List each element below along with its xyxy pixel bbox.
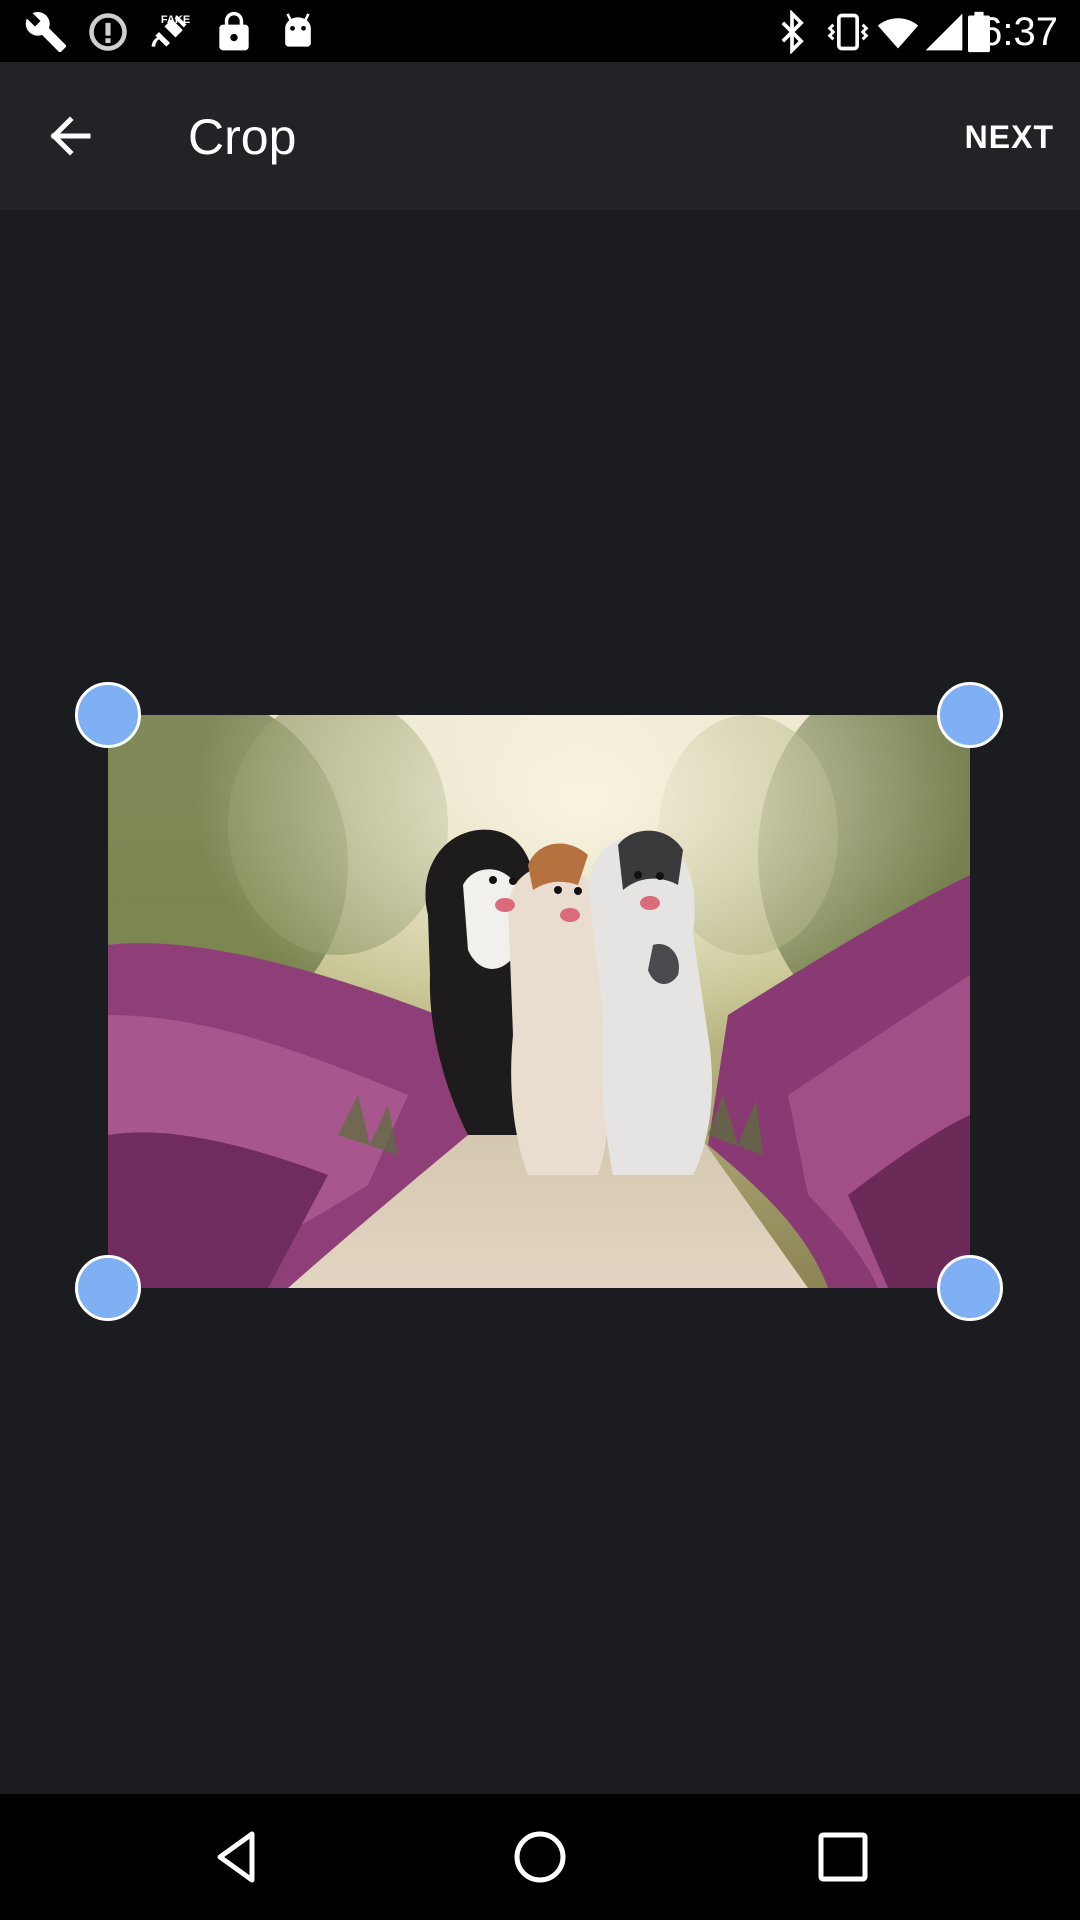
crop-canvas xyxy=(0,210,1080,1794)
android-icon xyxy=(285,13,311,47)
crop-handle-bottom-left[interactable] xyxy=(75,1255,141,1321)
back-triangle-icon[interactable] xyxy=(200,1820,274,1894)
svg-text:FAKE: FAKE xyxy=(161,14,190,26)
navigation-bar xyxy=(0,1794,1080,1920)
data-saver-icon xyxy=(89,13,127,51)
crop-handle-top-right[interactable] xyxy=(937,682,1003,748)
page-title: Crop xyxy=(188,109,297,165)
vibrate-icon xyxy=(827,13,869,51)
fake-gps-icon: FAKE xyxy=(151,14,190,47)
back-arrow-icon xyxy=(50,116,91,156)
crop-handle-top-left[interactable] xyxy=(75,682,141,748)
app-bar: Crop NEXT xyxy=(0,62,1080,210)
clock: 6:37 xyxy=(980,10,1058,54)
wrench-icon xyxy=(25,12,67,53)
crop-handle-bottom-right[interactable] xyxy=(937,1255,1003,1321)
signal-icon xyxy=(925,13,963,51)
recents-square-icon[interactable] xyxy=(806,1820,880,1894)
wifi-icon xyxy=(877,18,919,49)
dogs-photo xyxy=(108,715,970,1288)
crop-image[interactable] xyxy=(108,715,970,1288)
lock-icon xyxy=(219,11,249,51)
status-bar: FAKE 6:37 xyxy=(0,0,1080,62)
bluetooth-icon xyxy=(781,10,804,54)
next-button[interactable]: NEXT xyxy=(961,102,1058,172)
back-button[interactable] xyxy=(28,100,118,172)
home-circle-icon[interactable] xyxy=(503,1820,577,1894)
